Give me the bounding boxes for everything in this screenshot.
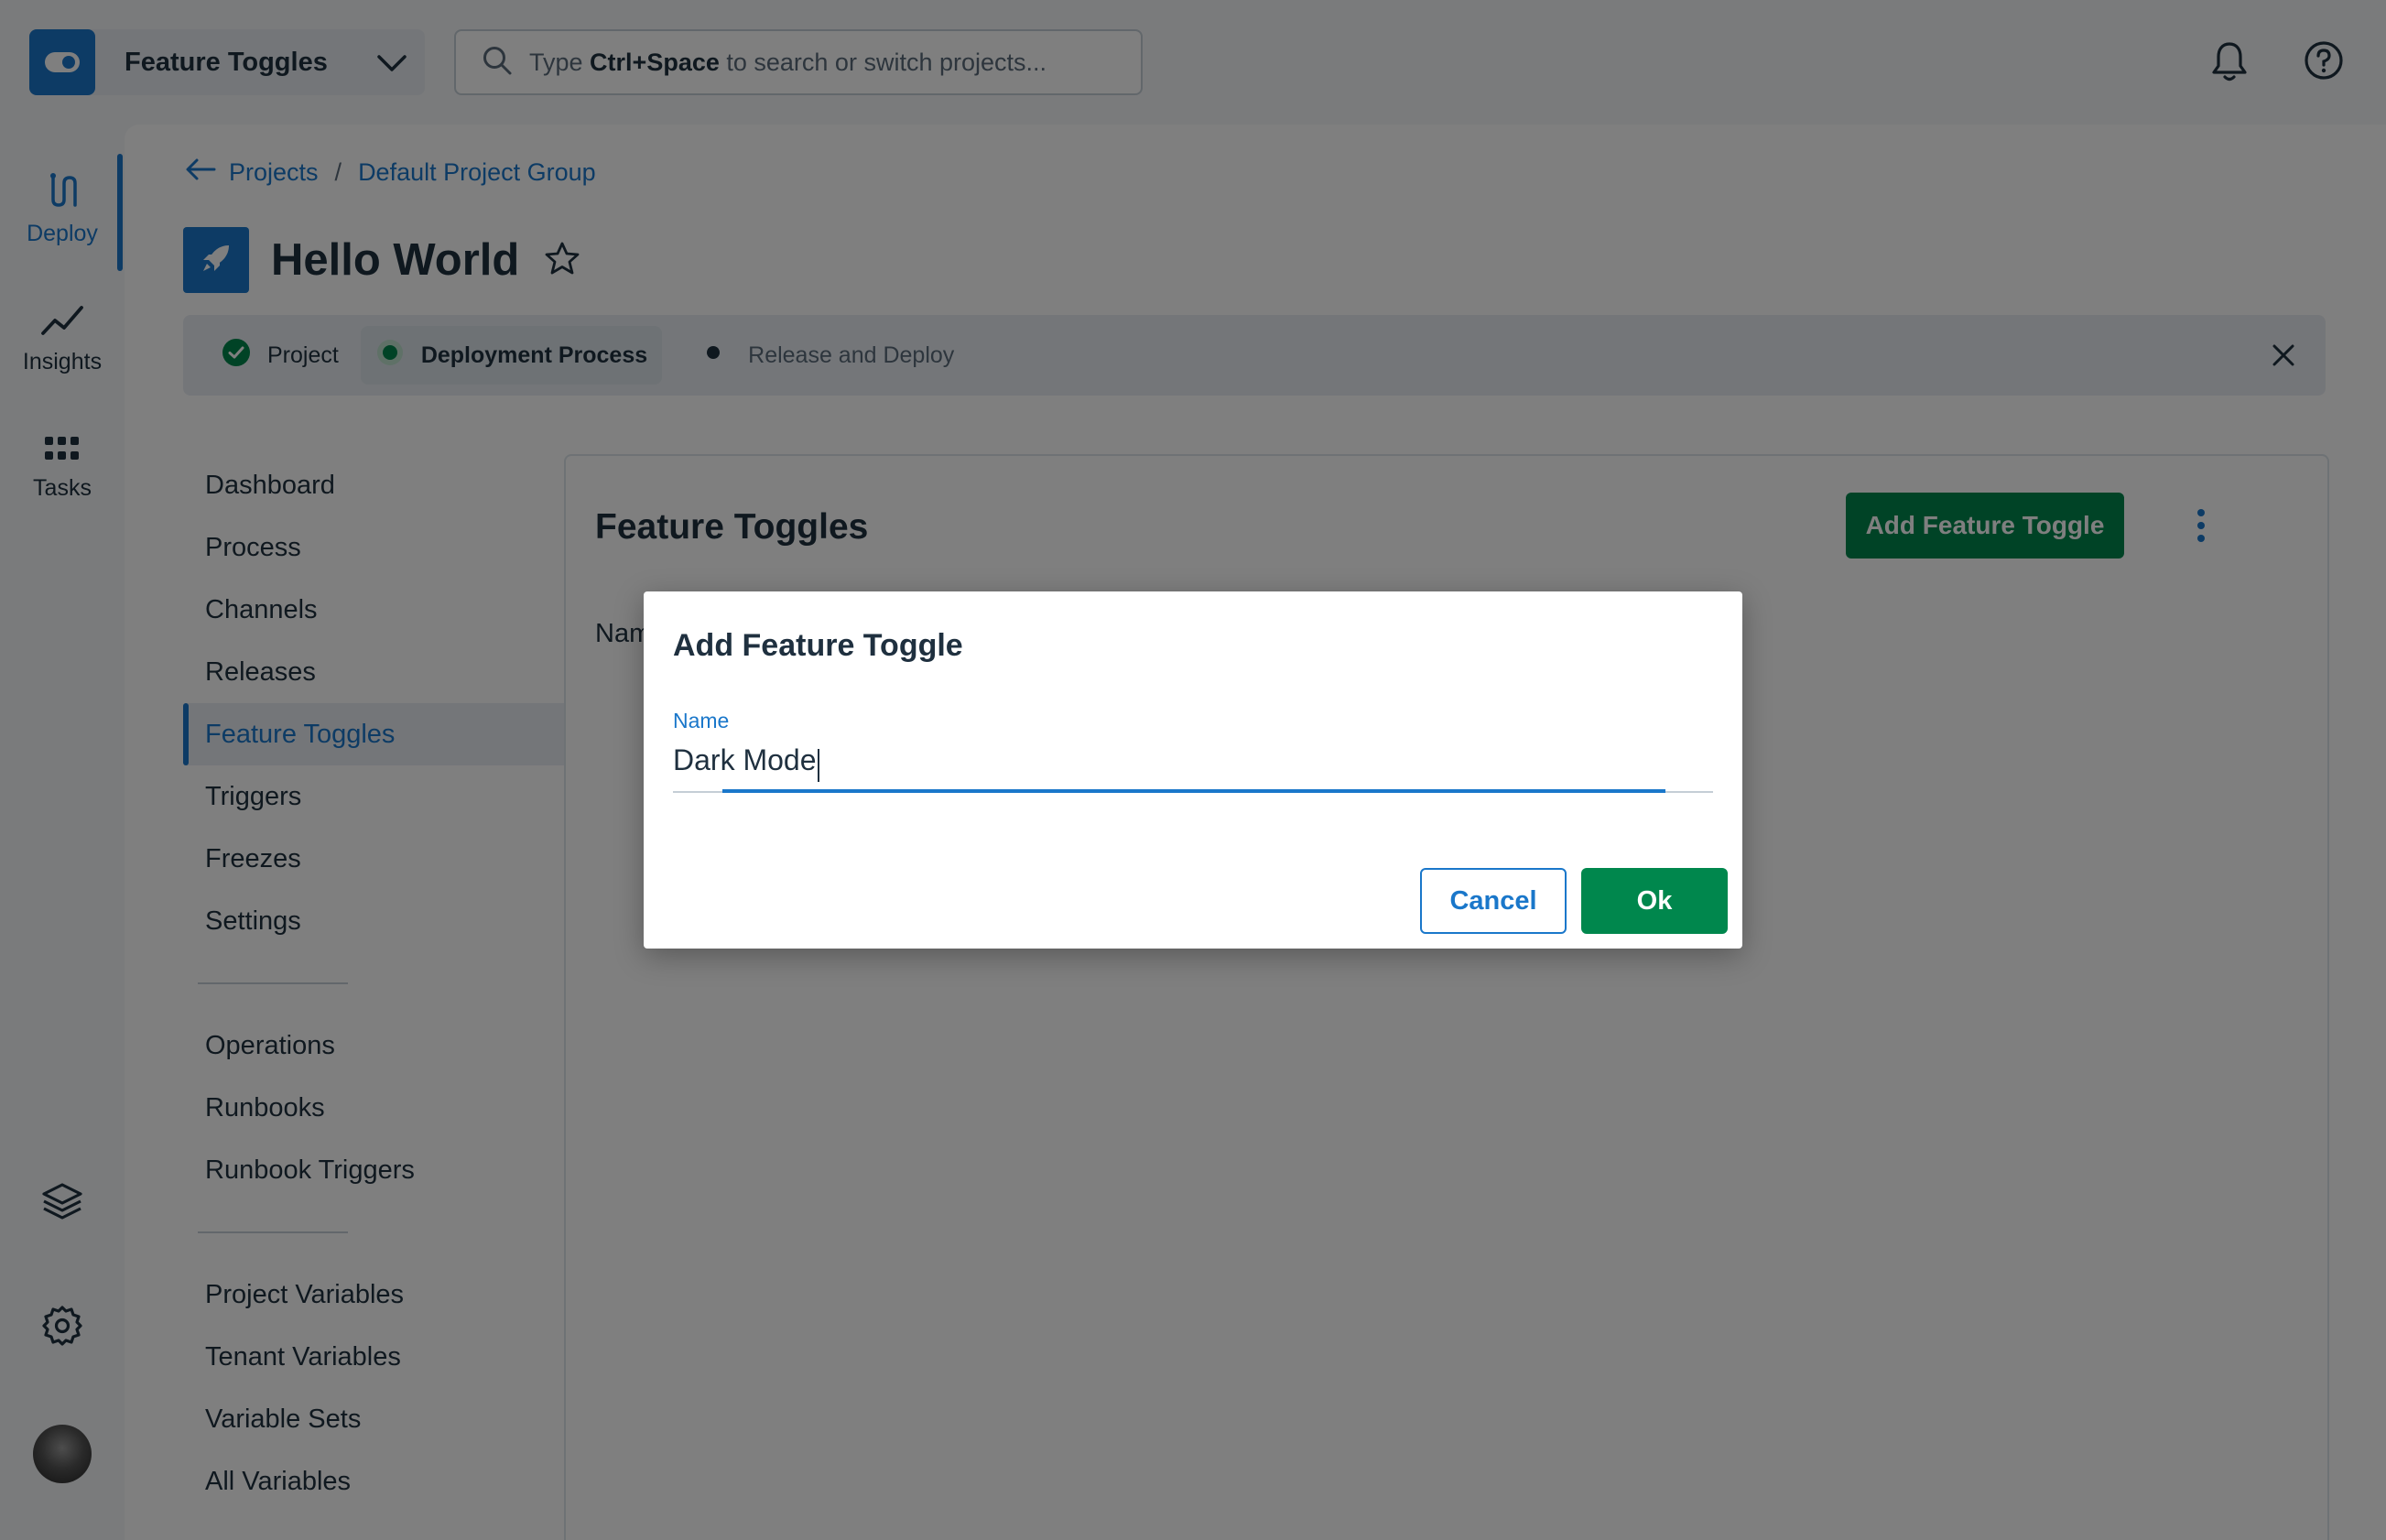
name-field-label: Name <box>673 709 730 732</box>
dialog-title: Add Feature Toggle <box>673 628 963 663</box>
name-field[interactable] <box>673 736 1713 784</box>
add-feature-toggle-dialog: Add Feature Toggle Name Cancel Ok <box>644 591 1742 949</box>
text-caret <box>818 749 819 782</box>
ok-button[interactable]: Ok <box>1581 868 1728 934</box>
name-field-focus-underline <box>722 789 1665 793</box>
cancel-button[interactable]: Cancel <box>1420 868 1567 934</box>
